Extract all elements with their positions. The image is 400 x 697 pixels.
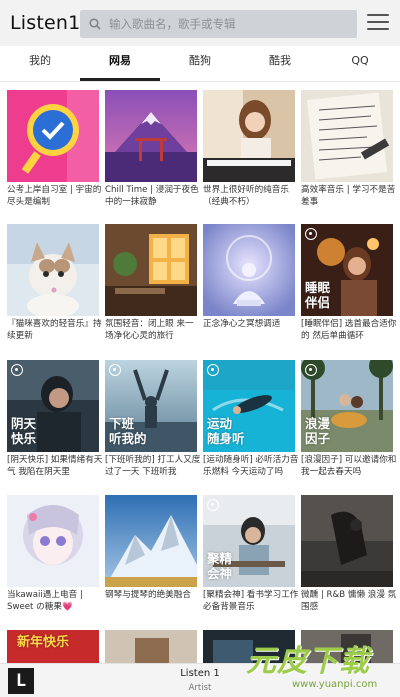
playlist-card[interactable] <box>105 630 197 663</box>
playlist-title: 正念净心之冥想调适 <box>203 319 281 329</box>
playlist-cover <box>7 90 99 182</box>
playlist-cover: 睡眠 伴侣 <box>301 224 393 316</box>
playlist-card[interactable]: 运动 随身听 [运动随身听] 必听活力音乐燃料 今天运动了吗 <box>203 360 298 478</box>
cover-badge-text: 新年快乐 <box>17 635 70 650</box>
playlist-title: [睡眠伴侣] 选首最合适你的 然后单曲循环 <box>301 319 397 341</box>
playlist-cover: 阴天 快乐 <box>7 360 99 452</box>
radio-disc-icon <box>109 364 121 376</box>
radio-disc-icon <box>207 364 219 376</box>
playlist-card[interactable]: Chill Time | 浸润于夜色中的一抹寂静 <box>105 90 199 208</box>
cover-badge-text: 阴天 快乐 <box>11 416 37 446</box>
playlist-title: [聚精会神] 看书学习工作必备背景音乐 <box>203 590 299 612</box>
playlist-title: [浪漫因子] 可以邀请你和我一起去春天吗 <box>301 455 397 477</box>
top-bar: Listen1 <box>0 0 400 46</box>
mini-player[interactable]: L Listen 1 Artist <box>0 663 400 697</box>
app-title: Listen1 <box>10 12 81 34</box>
playlist-card[interactable]: 钢琴与提琴的绝美融合 <box>105 495 197 613</box>
playlist-title: 世界上很好听的纯音乐（经典不朽） <box>203 185 289 207</box>
playlist-cover <box>105 224 197 316</box>
playlist-title: Chill Time | 浸润于夜色中的一抹寂静 <box>105 185 199 207</box>
playlist-cover: 浪漫 因子 <box>301 360 393 452</box>
cover-badge-text: 睡眠 伴侣 <box>305 280 331 310</box>
cover-badge-text: 聚精 会神 <box>207 551 233 581</box>
playlist-card[interactable] <box>301 630 393 663</box>
playlist-cover <box>203 90 295 182</box>
playlist-cover <box>203 630 295 663</box>
playlist-cover: 聚精 会神 <box>203 495 295 587</box>
search-input[interactable] <box>109 12 339 36</box>
playlist-card[interactable]: 世界上很好听的纯音乐（经典不朽） <box>203 90 295 208</box>
app-window: Listen1 我的 网易 酷狗 酷我 QQ <box>0 0 400 697</box>
playlist-card[interactable]: 新年快乐 <box>7 630 99 663</box>
playlist-title: 高效率音乐 | 学习不是苦差事 <box>301 185 396 207</box>
playlist-cover <box>203 224 295 316</box>
now-playing-title: Listen 1 <box>180 668 220 679</box>
playlist-card[interactable]: 氛围轻音：闭上眼 来一场净化心灵的旅行 <box>105 224 197 342</box>
playlist-card[interactable]: 高效率音乐 | 学习不是苦差事 <box>301 90 395 208</box>
search-icon <box>89 18 101 30</box>
playlist-card[interactable] <box>203 630 295 663</box>
radio-disc-icon <box>305 228 317 240</box>
cover-badge-text: 运动 随身听 <box>207 416 245 446</box>
playlist-card[interactable]: 浪漫 因子 [浪漫因子] 可以邀请你和我一起去春天吗 <box>301 360 396 478</box>
playlist-cover <box>105 90 197 182</box>
tab-kugou[interactable]: 酷狗 <box>160 46 240 82</box>
playlist-title: 氛围轻音：闭上眼 来一场净化心灵的旅行 <box>105 319 194 341</box>
now-playing-artist: Artist <box>188 683 212 693</box>
cover-badge-text: 浪漫 因子 <box>305 416 331 446</box>
playlist-title: [阴天快乐] 如果情绪有天气 我陷在阴天里 <box>7 455 103 477</box>
playlist-title: 当kawaii遇上电音 | Sweet の糖果💗 <box>7 590 83 612</box>
playlist-title: 公考上岸自习室 | 宇宙的尽头是编制 <box>7 185 102 207</box>
playlist-cover: 新年快乐 <box>7 630 99 663</box>
playlist-card[interactable]: 聚精 会神 [聚精会神] 看书学习工作必备背景音乐 <box>203 495 298 613</box>
playlist-cover <box>7 224 99 316</box>
cover-badge-text: 下班 听我的 <box>109 416 147 446</box>
playlist-card[interactable]: 正念净心之冥想调适 <box>203 224 295 342</box>
app-logo-icon[interactable]: L <box>8 668 34 694</box>
playlist-title: [运动随身听] 必听活力音乐燃料 今天运动了吗 <box>203 455 299 477</box>
playlist-title: [下班听我的] 打工人又度过了一天 下班听我 <box>105 455 201 477</box>
tab-netease[interactable]: 网易 <box>80 46 160 82</box>
playlist-card[interactable]: 公考上岸自习室 | 宇宙的尽头是编制 <box>7 90 101 208</box>
playlist-cover <box>105 495 197 587</box>
search-box[interactable] <box>80 10 357 38</box>
radio-disc-icon <box>207 499 219 511</box>
tab-qq[interactable]: QQ <box>320 46 400 82</box>
source-tabs: 我的 网易 酷狗 酷我 QQ <box>0 46 400 82</box>
playlist-cover: 运动 随身听 <box>203 360 295 452</box>
playlist-card[interactable]: 阴天 快乐 [阴天快乐] 如果情绪有天气 我陷在阴天里 <box>7 360 102 478</box>
playlist-title: 微醺 | R&B 慵懒 浪漫 氛围感 <box>301 590 397 612</box>
playlist-cover <box>301 90 393 182</box>
playlist-card[interactable]: 『猫咪喜欢的轻音乐』持续更新 <box>7 224 102 342</box>
tab-mine[interactable]: 我的 <box>0 46 80 82</box>
active-tab-indicator <box>80 78 160 81</box>
playlist-card[interactable]: 睡眠 伴侣 [睡眠伴侣] 选首最合适你的 然后单曲循环 <box>301 224 396 342</box>
playlist-cover <box>301 630 393 663</box>
radio-disc-icon <box>305 364 317 376</box>
tab-kuwo[interactable]: 酷我 <box>240 46 320 82</box>
playlist-cover <box>7 495 99 587</box>
hamburger-menu-icon[interactable] <box>367 14 389 32</box>
playlist-card[interactable]: 下班 听我的 [下班听我的] 打工人又度过了一天 下班听我 <box>105 360 200 478</box>
playlist-title: 『猫咪喜欢的轻音乐』持续更新 <box>7 319 102 341</box>
playlist-card[interactable]: 微醺 | R&B 慵懒 浪漫 氛围感 <box>301 495 396 613</box>
radio-disc-icon <box>11 364 23 376</box>
playlist-cover <box>301 495 393 587</box>
playlist-cover <box>105 630 197 663</box>
playlist-card[interactable]: 当kawaii遇上电音 | Sweet の糖果💗 <box>7 495 99 613</box>
playlist-title: 钢琴与提琴的绝美融合 <box>105 590 191 600</box>
playlist-cover: 下班 听我的 <box>105 360 197 452</box>
